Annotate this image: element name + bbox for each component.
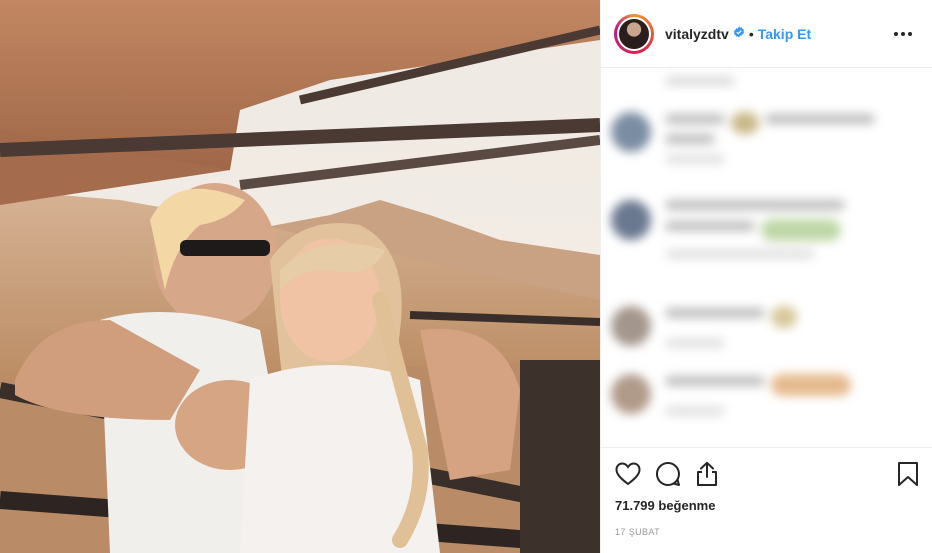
follow-button[interactable]: Takip Et bbox=[758, 26, 811, 42]
post-side-panel: vitalyzdtv • Takip Et 71.799 beğenme 17 … bbox=[600, 0, 932, 553]
action-icons bbox=[615, 460, 919, 488]
comment-item bbox=[611, 306, 797, 357]
comment-text-blurred bbox=[665, 200, 845, 268]
username-link[interactable]: vitalyzdtv bbox=[665, 26, 729, 42]
photo-illustration bbox=[0, 0, 600, 553]
verified-badge-icon bbox=[733, 25, 745, 43]
comment-item bbox=[611, 374, 851, 425]
comment-text-blurred bbox=[665, 112, 875, 173]
comment-avatar bbox=[611, 306, 651, 346]
avatar-image bbox=[617, 16, 651, 51]
avatar[interactable] bbox=[614, 13, 654, 54]
post-actions: 71.799 beğenme 17 ŞUBAT bbox=[601, 447, 932, 537]
comment-avatar bbox=[611, 374, 651, 414]
comment-placeholder bbox=[665, 76, 735, 86]
comment-icon[interactable] bbox=[655, 461, 681, 487]
comment-text-blurred bbox=[665, 306, 797, 357]
bookmark-icon[interactable] bbox=[897, 461, 919, 487]
comment-item bbox=[611, 112, 875, 173]
comment-item bbox=[611, 200, 845, 268]
comment-text-blurred bbox=[665, 374, 851, 425]
likes-count[interactable]: 71.799 beğenme bbox=[615, 498, 919, 513]
comment-avatar bbox=[611, 200, 651, 240]
comment-avatar bbox=[611, 112, 651, 152]
comments-list bbox=[601, 68, 932, 446]
post-date[interactable]: 17 ŞUBAT bbox=[615, 527, 919, 537]
separator-dot: • bbox=[748, 25, 754, 42]
post-photo[interactable] bbox=[0, 0, 600, 553]
more-options-icon[interactable] bbox=[890, 28, 916, 40]
post-header: vitalyzdtv • Takip Et bbox=[601, 0, 932, 68]
heart-icon[interactable] bbox=[615, 462, 641, 486]
instagram-post: vitalyzdtv • Takip Et 71.799 beğenme 17 … bbox=[0, 0, 932, 553]
share-icon[interactable] bbox=[695, 461, 719, 487]
